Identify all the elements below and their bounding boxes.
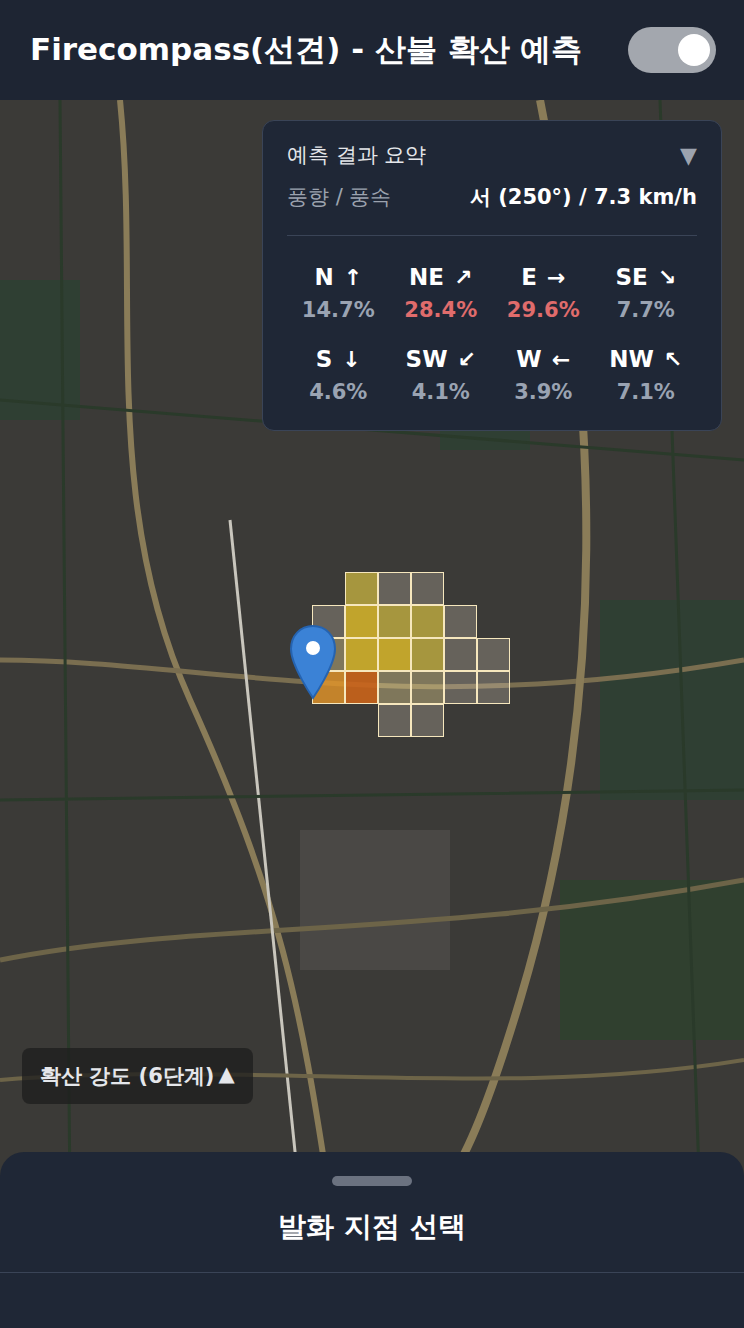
expand-icon: ▲ xyxy=(218,1062,234,1090)
direction-item: S ↓ 4.6% xyxy=(287,346,390,404)
summary-panel: 예측 결과 요약 ▼ 풍향 / 풍속 서 (250°) / 7.3 km/h N ↑ 14.… xyxy=(262,120,722,431)
direction-percent: 4.6% xyxy=(309,380,367,404)
spread-cell xyxy=(411,671,444,704)
sheet-divider xyxy=(0,1272,744,1273)
direction-arrow-icon: ↘ xyxy=(658,265,676,290)
sheet-title: 발화 지점 선택 xyxy=(278,1186,466,1272)
direction-arrow-icon: ↙ xyxy=(458,347,476,372)
spread-cell xyxy=(477,704,510,737)
sheet-handle[interactable] xyxy=(332,1176,412,1186)
spread-cell xyxy=(477,671,510,704)
direction-label: NW xyxy=(609,346,654,372)
direction-percent: 28.4% xyxy=(404,298,477,322)
direction-percent: 7.1% xyxy=(617,380,675,404)
app-screen: Firecompass(선견) - 산불 확산 예측예측 결과 요약 ▼ 풍향 / … xyxy=(0,0,744,1328)
direction-arrow-icon: ↗ xyxy=(454,265,472,290)
spread-cell xyxy=(444,638,477,671)
direction-percent: 7.7% xyxy=(617,298,675,322)
direction-item: E → 29.6% xyxy=(492,264,595,322)
direction-percent: 3.9% xyxy=(514,380,572,404)
map[interactable]: 예측 결과 요약 ▼ 풍향 / 풍속 서 (250°) / 7.3 km/h N ↑ 14.… xyxy=(0,100,744,1176)
summary-header[interactable]: 예측 결과 요약 ▼ xyxy=(287,141,697,169)
spread-cell xyxy=(312,704,345,737)
spread-cell xyxy=(444,572,477,605)
direction-percent: 4.1% xyxy=(412,380,470,404)
spread-cell xyxy=(345,638,378,671)
collapse-icon[interactable]: ▼ xyxy=(680,143,697,168)
legend-toggle[interactable]: 확산 강도 (6단계)▲ xyxy=(22,1048,253,1104)
spread-grid xyxy=(312,572,510,737)
direction-label: E xyxy=(521,264,537,290)
spread-cell xyxy=(444,671,477,704)
header: Firecompass(선견) - 산불 확산 예측 xyxy=(0,0,744,100)
spread-cell xyxy=(411,638,444,671)
direction-item: NE ↗ 28.4% xyxy=(390,264,493,322)
spread-cell xyxy=(345,671,378,704)
spread-cell xyxy=(345,572,378,605)
spread-cell xyxy=(477,572,510,605)
spread-cell xyxy=(411,572,444,605)
direction-item: N ↑ 14.7% xyxy=(287,264,390,322)
spread-cell xyxy=(378,605,411,638)
direction-label: N xyxy=(314,264,333,290)
wind-row: 풍향 / 풍속 서 (250°) / 7.3 km/h xyxy=(287,183,697,236)
direction-arrow-icon: ↑ xyxy=(344,265,362,290)
spread-cell xyxy=(378,638,411,671)
spread-cell xyxy=(411,605,444,638)
spread-cell xyxy=(411,704,444,737)
direction-percent: 14.7% xyxy=(302,298,375,322)
summary-title: 예측 결과 요약 xyxy=(287,141,426,169)
spread-cell xyxy=(378,572,411,605)
legend-label: 확산 강도 (6단계) xyxy=(40,1062,214,1090)
spread-cell xyxy=(444,704,477,737)
direction-label: SW xyxy=(406,346,448,372)
spread-cell xyxy=(345,605,378,638)
ignition-pin-icon[interactable] xyxy=(289,624,337,700)
direction-item: SW ↙ 4.1% xyxy=(390,346,493,404)
toggle-knob xyxy=(678,34,710,66)
toggle-switch[interactable] xyxy=(628,27,716,73)
spread-cell xyxy=(444,605,477,638)
direction-label: SE xyxy=(615,264,647,290)
wind-label: 풍향 / 풍속 xyxy=(287,183,391,211)
direction-item: NW ↖ 7.1% xyxy=(595,346,698,404)
direction-item: W ← 3.9% xyxy=(492,346,595,404)
spread-cell xyxy=(378,671,411,704)
direction-item: SE ↘ 7.7% xyxy=(595,264,698,322)
direction-label: NE xyxy=(409,264,444,290)
spread-cell xyxy=(345,704,378,737)
direction-arrow-icon: ← xyxy=(552,347,570,372)
direction-arrow-icon: ↓ xyxy=(342,347,360,372)
spread-cell xyxy=(378,704,411,737)
bottom-sheet[interactable]: 발화 지점 선택 xyxy=(0,1152,744,1328)
spread-cell xyxy=(477,638,510,671)
app-title: Firecompass(선견) - 산불 확산 예측 xyxy=(30,29,582,71)
spread-cell xyxy=(312,572,345,605)
direction-label: W xyxy=(516,346,541,372)
wind-value: 서 (250°) / 7.3 km/h xyxy=(470,183,697,211)
direction-label: S xyxy=(316,346,333,372)
direction-arrow-icon: ↖ xyxy=(664,347,682,372)
direction-arrow-icon: → xyxy=(547,265,565,290)
direction-grid: N ↑ 14.7% NE ↗ 28.4% E → 29.6% SE ↘ 7.7% S ↓ 4.6% SW ↙ 4.… xyxy=(287,264,697,404)
spread-cell xyxy=(477,605,510,638)
direction-percent: 29.6% xyxy=(507,298,580,322)
